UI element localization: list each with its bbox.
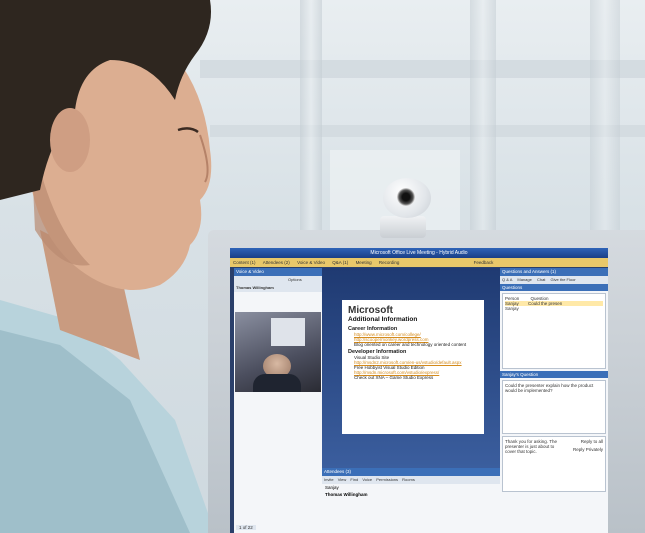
speaker-name: Thomas Willingham	[236, 285, 274, 290]
qa-pane: Questions and Answers (1) Q & A Manage C…	[500, 268, 608, 533]
question-row[interactable]: Sanjay	[505, 306, 603, 311]
reply-box[interactable]: Thank you for asking. The presenter is j…	[502, 436, 606, 492]
tool-rooms[interactable]: Rooms	[402, 477, 415, 482]
attendees-header: Attendees (3)	[322, 468, 500, 476]
tab-chat[interactable]: Chat	[537, 277, 545, 282]
menu-content[interactable]: Content (1)	[233, 260, 256, 265]
webcam-mount	[380, 216, 426, 238]
selected-question: Could the presenter explain how the prod…	[502, 380, 606, 434]
menu-attendees[interactable]: Attendees (2)	[263, 260, 290, 265]
questions-label: Questions	[500, 284, 608, 291]
feedback-link[interactable]: Feedback	[474, 260, 494, 265]
attendee-row[interactable]: Sanjay	[322, 484, 500, 491]
tool-view[interactable]: View	[338, 477, 347, 482]
reply-all-button[interactable]: Reply to all	[581, 439, 603, 444]
whiteboard	[271, 318, 305, 346]
menu-voice-video[interactable]: Voice & Video	[297, 260, 325, 265]
ear	[50, 108, 90, 172]
question-text: Could the presen	[528, 301, 563, 306]
ceiling-beam	[210, 125, 645, 137]
slide-text: Blog oriented on career and technology o…	[354, 342, 467, 347]
reply-text: Thank you for asking. The presenter is j…	[505, 439, 557, 454]
webcam-lens-icon	[397, 188, 415, 206]
window-pillar	[590, 0, 620, 240]
qa-tabs: Q & A Manage Chat Give the Floor	[500, 276, 608, 284]
attendees-toolbar: Invite View Find Voice Permissions Rooms	[322, 476, 500, 484]
questions-list: Person Question Sanjay Could the presen …	[502, 293, 606, 369]
menu-recording[interactable]: Recording	[379, 260, 400, 265]
voice-video-pane: Voice & Video Options Thomas Willingham	[234, 268, 322, 533]
window-pillar	[470, 0, 496, 230]
tool-invite[interactable]: Invite	[324, 477, 334, 482]
question-person: Sanjay	[505, 306, 519, 311]
tab-give-floor[interactable]: Give the Floor	[551, 277, 576, 282]
photo-scene: Microsoft Office Live Meeting - Hybrid A…	[0, 0, 645, 533]
window-pillar	[300, 0, 322, 240]
video-feed	[235, 312, 321, 392]
attendees-pane: Attendees (3) Invite View Find Voice Per…	[322, 468, 500, 533]
video-toolbar: Options	[234, 276, 322, 284]
ceiling-beam	[200, 60, 645, 78]
options-button[interactable]: Options	[288, 277, 302, 282]
slide: Microsoft Additional Information Career …	[342, 300, 484, 434]
slide-subtitle: Additional Information	[348, 316, 418, 323]
webcam	[383, 178, 431, 218]
pane-header: Voice & Video	[234, 268, 322, 276]
tab-qa[interactable]: Q & A	[502, 277, 512, 282]
tool-voice[interactable]: Voice	[362, 477, 372, 482]
tool-find[interactable]: Find	[350, 477, 358, 482]
slide-area: Microsoft Additional Information Career …	[322, 268, 500, 468]
window-titlebar: Microsoft Office Live Meeting - Hybrid A…	[230, 248, 608, 258]
slide-brand: Microsoft	[348, 305, 393, 316]
man-figure	[0, 0, 215, 533]
page-indicator: 1 of 22	[236, 525, 256, 530]
selected-question-header: Sanjay's Question	[500, 371, 608, 378]
menu-qa[interactable]: Q&A (1)	[332, 260, 348, 265]
video-person-body	[253, 374, 301, 392]
window-title: Microsoft Office Live Meeting - Hybrid A…	[370, 250, 468, 256]
qa-header: Questions and Answers (1)	[500, 268, 608, 276]
menu-meeting[interactable]: Meeting	[356, 260, 372, 265]
slide-text: Check out XNA – Game Studio Express	[354, 375, 434, 380]
speaker-bar: Thomas Willingham	[234, 284, 322, 292]
tool-permissions[interactable]: Permissions	[376, 477, 398, 482]
attendee-row[interactable]: Thomas Willingham	[322, 491, 500, 498]
menu-bar: Content (1) Attendees (2) Voice & Video …	[230, 258, 608, 267]
tab-manage[interactable]: Manage	[517, 277, 531, 282]
reply-private-button[interactable]: Reply Privately	[573, 447, 603, 452]
screen: Microsoft Office Live Meeting - Hybrid A…	[230, 248, 608, 533]
